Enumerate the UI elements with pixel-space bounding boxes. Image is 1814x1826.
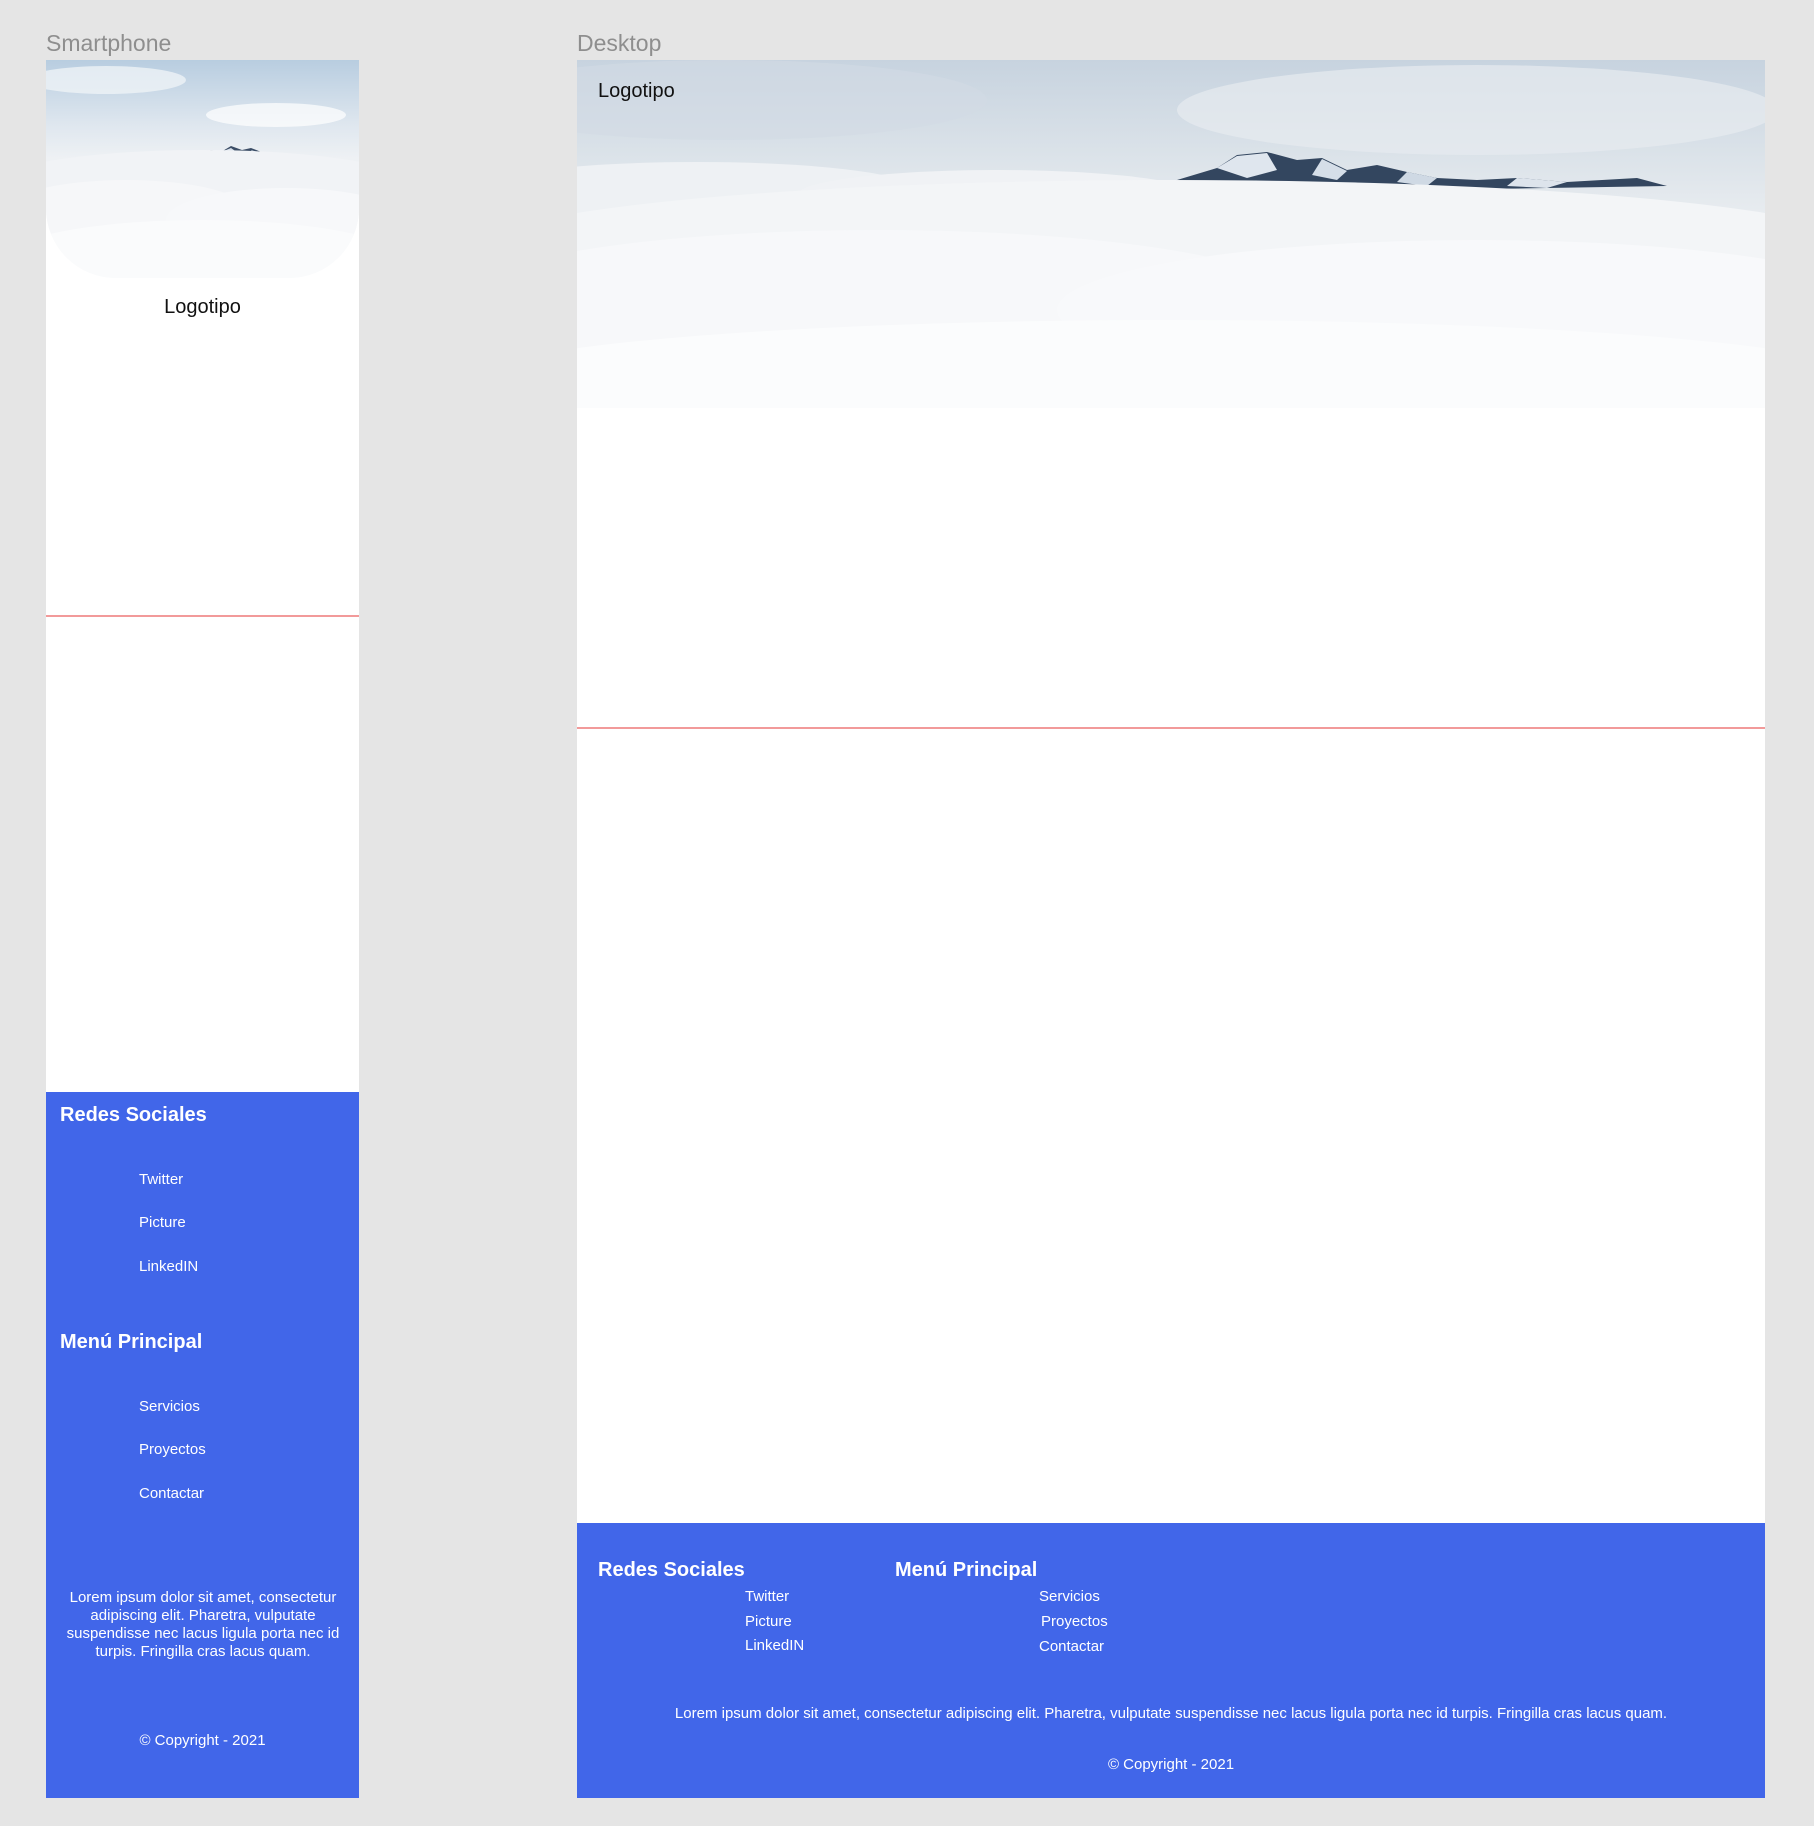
- social-link-twitter[interactable]: Twitter: [745, 1588, 789, 1605]
- footer: Redes Sociales Twitter Picture LinkedIN …: [577, 1523, 1765, 1798]
- logo[interactable]: Logotipo: [46, 296, 359, 319]
- menu-title: Menú Principal: [895, 1559, 1038, 1581]
- hero-image: Logotipo: [577, 60, 1765, 408]
- smartphone-frame-label: Smartphone: [46, 30, 172, 56]
- menu-title: Menú Principal: [60, 1331, 203, 1353]
- desktop-frame-label: Desktop: [577, 30, 662, 56]
- social-link-picture[interactable]: Picture: [745, 1613, 792, 1630]
- desktop-frame: Logotipo Redes Sociales Twitter Picture …: [577, 60, 1765, 1798]
- footer-description: Lorem ipsum dolor sit amet, consectetur …: [66, 1589, 340, 1660]
- menu-link-servicios[interactable]: Servicios: [139, 1398, 200, 1415]
- smartphone-frame: Logotipo Redes Sociales Twitter Picture …: [46, 60, 359, 1798]
- copyright: © Copyright - 2021: [1107, 1756, 1235, 1773]
- menu-link-contactar[interactable]: Contactar: [1039, 1638, 1104, 1655]
- menu-link-proyectos[interactable]: Proyectos: [139, 1441, 206, 1458]
- hero-image: [46, 60, 359, 278]
- social-title: Redes Sociales: [598, 1559, 745, 1581]
- menu-link-servicios[interactable]: Servicios: [1039, 1588, 1100, 1605]
- social-link-linkedin[interactable]: LinkedIN: [139, 1258, 198, 1275]
- copyright: © Copyright - 2021: [139, 1732, 266, 1749]
- menu-link-contactar[interactable]: Contactar: [139, 1485, 204, 1502]
- section-divider: [577, 727, 1765, 729]
- menu-link-proyectos[interactable]: Proyectos: [1041, 1613, 1108, 1630]
- footer: Redes Sociales Twitter Picture LinkedIN …: [46, 1092, 359, 1798]
- social-link-twitter[interactable]: Twitter: [139, 1171, 183, 1188]
- logo[interactable]: Logotipo: [598, 80, 675, 103]
- section-divider: [46, 615, 359, 617]
- social-link-linkedin[interactable]: LinkedIN: [745, 1637, 804, 1654]
- social-title: Redes Sociales: [60, 1104, 207, 1126]
- social-link-picture[interactable]: Picture: [139, 1214, 186, 1231]
- footer-description: Lorem ipsum dolor sit amet, consectetur …: [674, 1705, 1668, 1722]
